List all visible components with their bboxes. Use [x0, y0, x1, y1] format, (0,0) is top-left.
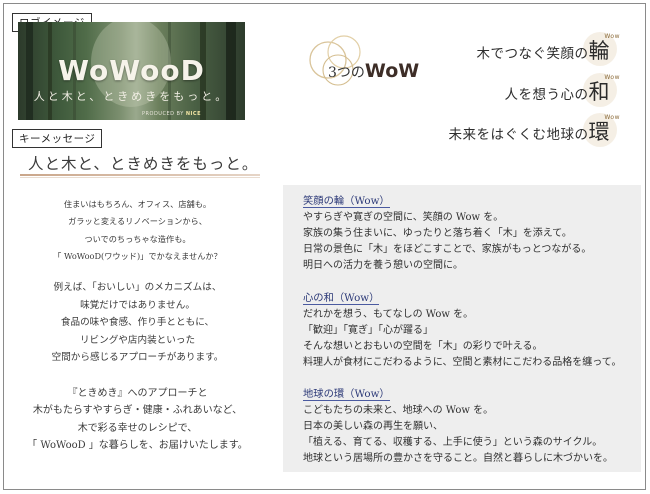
wow-line-kanji: 和 Wow	[582, 73, 620, 107]
detail-line: 明日への活力を養う憩いの空間に。	[303, 260, 463, 271]
message-line: 「 WoWooD(ワウッド)」でかなえませんか？	[53, 250, 222, 261]
message-paragraph: 住まいはもちろん、オフィス、店舗も。 ガラッと変えるリノベーションから、 ついで…	[10, 196, 265, 265]
key-message-headline: 人と木と、ときめきをもっと。	[28, 155, 259, 173]
headline-underline-shadow	[20, 177, 260, 178]
detail-line: 地球という居場所の豊かさを守ること。自然と暮らしに木づかいを。	[303, 453, 613, 464]
producer-text: PRODUCED BY	[142, 111, 184, 117]
message-line: 『ときめき』へのアプローチと	[67, 387, 208, 399]
logo-tagline: 人と木と、ときめきをもっと。	[33, 90, 230, 103]
badge-wow: WoW	[364, 60, 420, 82]
key-message-tag: キーメッセージ	[12, 129, 103, 148]
wow-line-smile: 木でつなぐ笑顔の輪 Wow	[476, 32, 620, 66]
kanji-char: 輪	[588, 39, 610, 63]
producer-brand: NICE	[185, 111, 201, 117]
message-line: リビングや店内装といった	[79, 334, 196, 346]
message-line: 住まいはもちろん、オフィス、店舗も。	[63, 199, 212, 209]
wow-line-text: 木でつなぐ笑顔の	[476, 46, 589, 62]
message-line: 空間から感じるアプローチがあります。	[51, 352, 224, 364]
message-line: 「 WoWooD 」な暮らしを、お届けいたします。	[27, 440, 248, 452]
detail-section-heart: 心の和（Wow） だれかを想う、もてなしの Wow を。 「歓迎」「寛ぎ」「心が…	[303, 289, 622, 371]
detail-line: 「歓迎」「寛ぎ」「心が躍る」	[303, 325, 433, 336]
detail-heading: 笑顔の輪（Wow）	[303, 192, 390, 208]
detail-line: やすらぎや寛ぎの空間に、笑顔の Wow を。	[303, 212, 504, 223]
message-body: 住まいはもちろん、オフィス、店舗も。 ガラッと変えるリノベーションから、 ついで…	[10, 199, 265, 455]
message-line: ガラッと変えるリノベーションから、	[68, 216, 207, 227]
wow-line-heart: 人を想う心の和 Wow	[504, 73, 620, 107]
message-paragraph: 例えば、「おいしい」のメカニズムは、 味覚だけではありません。 食品の味や食感、…	[10, 279, 265, 367]
wow-line-earth: 未来をはぐくむ地球の環 Wow	[448, 113, 620, 147]
detail-line: 家族の集う住まいに、ゆったりと落ち着く「木」を添えて。	[303, 228, 572, 239]
detail-line: 料理人が食材にこだわるように、空間と素材にこだわる品格を纏って。	[303, 357, 622, 368]
wow-line-text: 未来をはぐくむ地球の	[448, 127, 589, 143]
detail-heading: 心の和（Wow）	[303, 289, 380, 305]
logo-photo: WoWooD 人と木と、ときめきをもっと。 PRODUCED BY NICE	[18, 22, 245, 120]
detail-heading: 地球の環（Wow）	[303, 385, 390, 401]
message-line: ついでのちっちゃな造作も。	[84, 233, 191, 244]
detail-line: こどもたちの未来と、地球への Wow を。	[303, 405, 494, 416]
producer-credit: PRODUCED BY NICE	[142, 111, 201, 117]
badge-prefix: 3つの	[328, 65, 365, 81]
kanji-char: 和	[588, 80, 610, 104]
detail-section-earth: 地球の環（Wow） こどもたちの未来と、地球への Wow を。 日本の美しい森の…	[303, 385, 613, 467]
kanji-mini-label: Wow	[604, 114, 620, 121]
kanji-char: 環	[588, 120, 610, 144]
wowood-logo: WoWooD	[58, 54, 205, 87]
detail-line: 日本の美しい森の再生を願い、	[303, 421, 443, 432]
message-line: 木がもたらすやすらぎ・健康・ふれあいなど、	[32, 405, 243, 417]
message-line: 味覚だけではありません。	[80, 299, 195, 311]
detail-line: 「植える、育てる、収穫する、上手に使う」という森のサイクル。	[303, 437, 603, 448]
wow-line-kanji: 輪 Wow	[582, 32, 620, 66]
three-wow-badge: 3つのWoW	[328, 60, 419, 82]
detail-line: 日常の景色に「木」をほどこすことで、家族がもっとつながる。	[303, 244, 592, 255]
message-paragraph: 『ときめき』へのアプローチと 木がもたらすやすらぎ・健康・ふれあいなど、 木で彩…	[10, 385, 265, 455]
detail-line: だれかを想う、もてなしの Wow を。	[303, 309, 474, 320]
kanji-mini-label: Wow	[604, 33, 620, 40]
headline-underline	[20, 174, 260, 176]
message-line: 例えば、「おいしい」のメカニズムは、	[53, 282, 222, 294]
wow-line-kanji: 環 Wow	[582, 113, 620, 147]
detail-line: そんな想いとおもいの空間を「木」の彩りで叶える。	[303, 341, 543, 352]
wow-line-text: 人を想う心の	[504, 87, 589, 103]
kanji-mini-label: Wow	[604, 74, 620, 81]
message-line: 木で彩る幸せのレシピで、	[77, 422, 198, 434]
detail-section-smile: 笑顔の輪（Wow） やすらぎや寛ぎの空間に、笑顔の Wow を。 家族の集う住ま…	[303, 192, 591, 274]
message-line: 食品の味や食感、作り手とともに、	[60, 317, 215, 329]
